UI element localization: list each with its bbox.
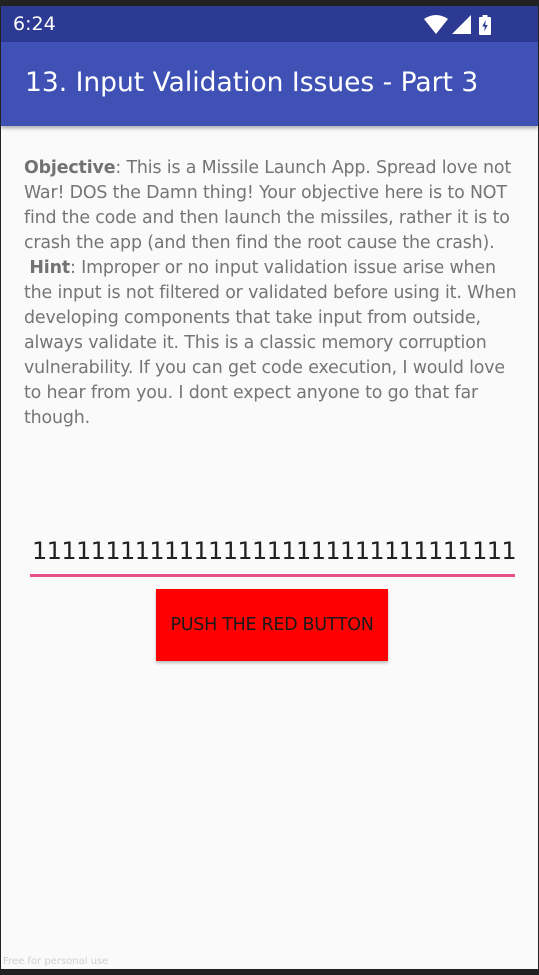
page-title: 13. Input Validation Issues - Part 3 xyxy=(25,67,479,98)
cell-signal-icon xyxy=(452,15,471,34)
app-bar: 13. Input Validation Issues - Part 3 xyxy=(1,42,538,126)
watermark-text: Free for personal use xyxy=(3,956,109,967)
app-screen: 6:24 13. Input Validation Issues - Part … xyxy=(1,6,538,969)
status-bar: 6:24 xyxy=(1,6,538,42)
battery-icon xyxy=(479,15,491,35)
push-red-button[interactable]: PUSH THE RED BUTTON xyxy=(156,589,388,661)
status-icons xyxy=(424,15,504,35)
hint-text: : Improper or no input validation issue … xyxy=(24,258,517,428)
hint-label: Hint xyxy=(29,258,70,278)
code-input[interactable] xyxy=(30,528,515,577)
challenge-description: Objective: This is a Missile Launch App.… xyxy=(24,156,520,431)
objective-label: Objective xyxy=(24,158,116,178)
main-content: Objective: This is a Missile Launch App.… xyxy=(1,126,538,969)
wifi-icon xyxy=(424,15,448,34)
status-time: 6:24 xyxy=(13,13,56,35)
